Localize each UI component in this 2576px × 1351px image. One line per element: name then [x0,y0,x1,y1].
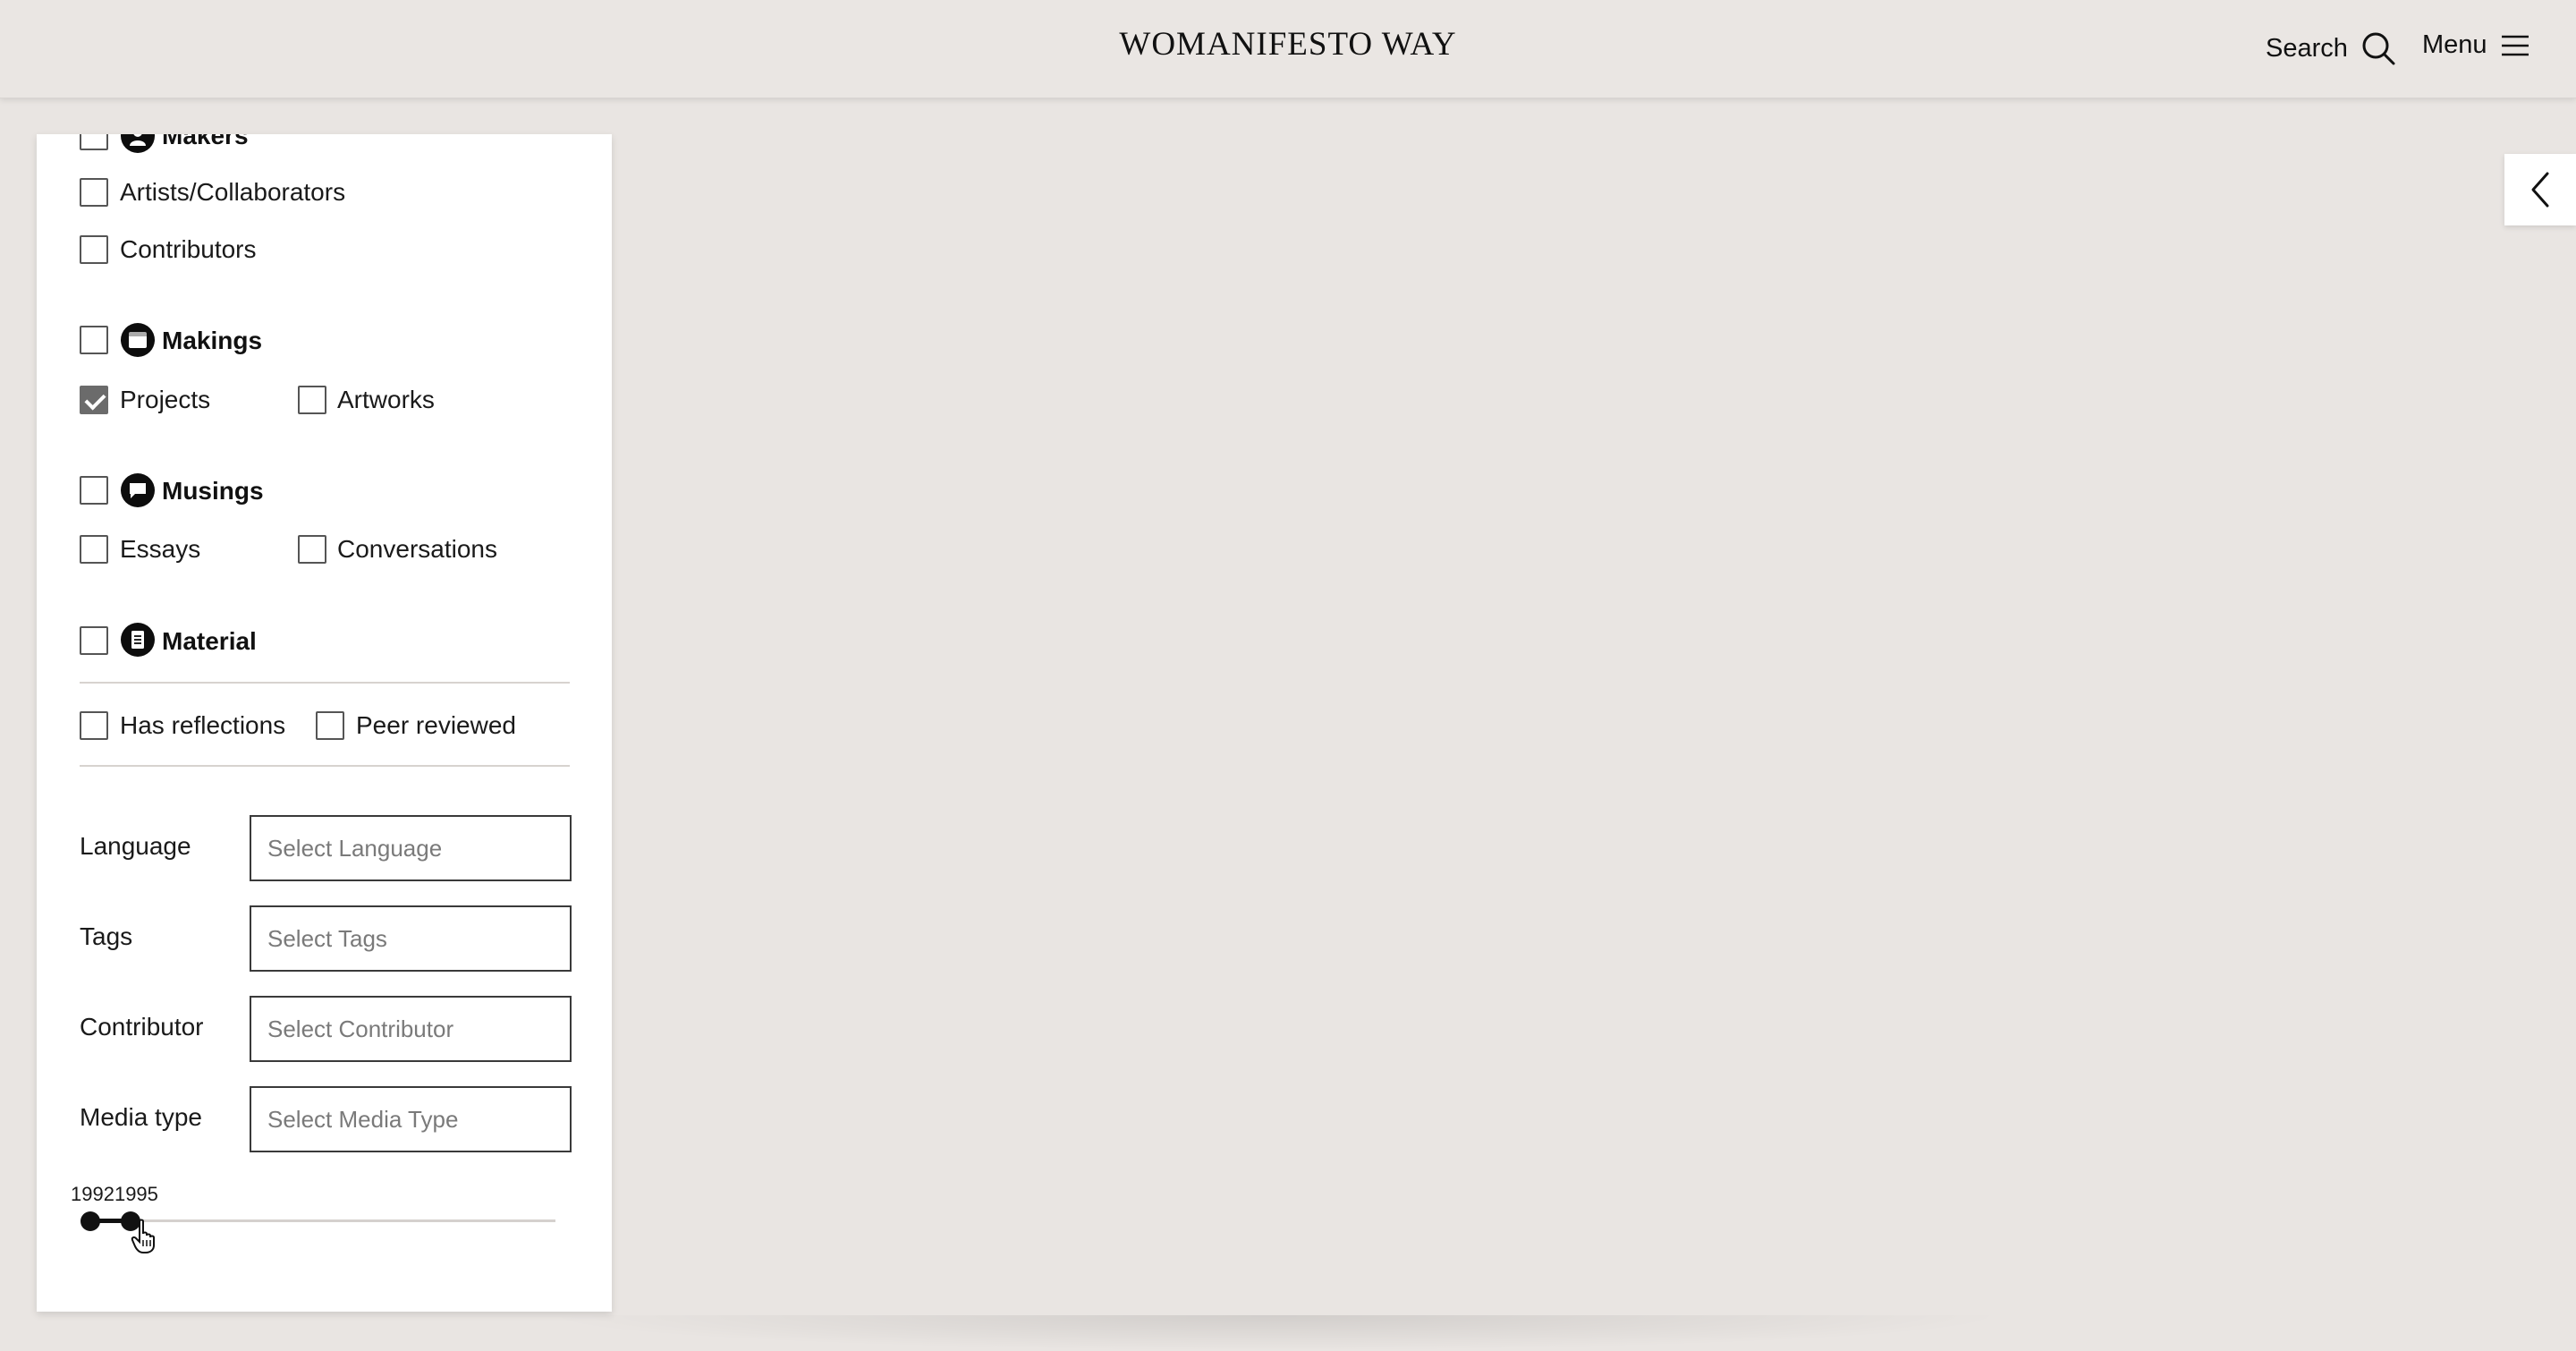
search-button[interactable]: Search [2266,30,2396,66]
artworks-label[interactable]: Artworks [337,386,435,414]
tags-label: Tags [80,922,133,950]
divider [80,682,570,684]
material-group-title: Material [162,627,257,655]
conversations-label[interactable]: Conversations [337,535,497,564]
window-icon [121,323,155,357]
speech-bubble-icon [121,473,155,507]
has-reflections-checkbox[interactable] [80,711,108,740]
peer-reviewed-checkbox[interactable] [316,711,344,740]
tags-select[interactable] [250,905,572,972]
projects-label[interactable]: Projects [120,386,210,414]
site-header: WOMANIFESTO WAY Search Menu [0,0,2576,98]
conversations-checkbox[interactable] [298,535,326,564]
hand-pointer-icon [131,1219,155,1253]
year-to-value: 1995 [114,1183,158,1205]
contributors-label[interactable]: Contributors [120,235,257,264]
makers-group-checkbox[interactable] [80,134,108,150]
panel-toggle-button[interactable] [2504,154,2576,225]
contributors-checkbox[interactable] [80,235,108,264]
has-reflections-label[interactable]: Has reflections [120,711,285,740]
contributor-label: Contributor [80,1013,204,1041]
artworks-checkbox[interactable] [298,386,326,414]
person-icon [121,134,155,153]
media-type-select[interactable] [250,1086,572,1152]
artists-collaborators-checkbox[interactable] [80,178,108,207]
divider [80,765,570,767]
media-type-label: Media type [80,1103,202,1131]
musings-group-title: Musings [162,477,264,505]
essays-label[interactable]: Essays [120,535,200,564]
filter-panel: Makers Artists/Collaborators Contributor… [37,134,612,1312]
search-label: Search [2266,33,2348,63]
menu-button[interactable]: Menu [2422,30,2530,60]
chevron-left-icon [2531,172,2549,208]
hamburger-icon [2501,35,2529,55]
language-label: Language [80,832,191,860]
language-select[interactable] [250,815,572,881]
site-title[interactable]: WOMANIFESTO WAY [0,25,2576,64]
menu-label: Menu [2422,30,2487,59]
year-from-value: 1992 [71,1183,114,1205]
essays-checkbox[interactable] [80,535,108,564]
makings-group-title: Makings [162,327,263,354]
bottom-shadow [537,1315,2012,1351]
document-icon [121,623,155,657]
artists-collaborators-label[interactable]: Artists/Collaborators [120,178,345,207]
peer-reviewed-label[interactable]: Peer reviewed [356,711,516,740]
musings-group-checkbox[interactable] [80,476,108,505]
makers-group-title: Makers [162,134,249,149]
projects-checkbox[interactable] [80,386,108,414]
year-range-labels: 19921995 [71,1183,158,1206]
search-icon [2362,32,2395,65]
material-group-checkbox[interactable] [80,626,108,655]
makings-group-checkbox[interactable] [80,326,108,354]
year-range-start-handle[interactable] [80,1211,100,1231]
year-range-track[interactable] [90,1219,555,1222]
contributor-select[interactable] [250,996,572,1062]
